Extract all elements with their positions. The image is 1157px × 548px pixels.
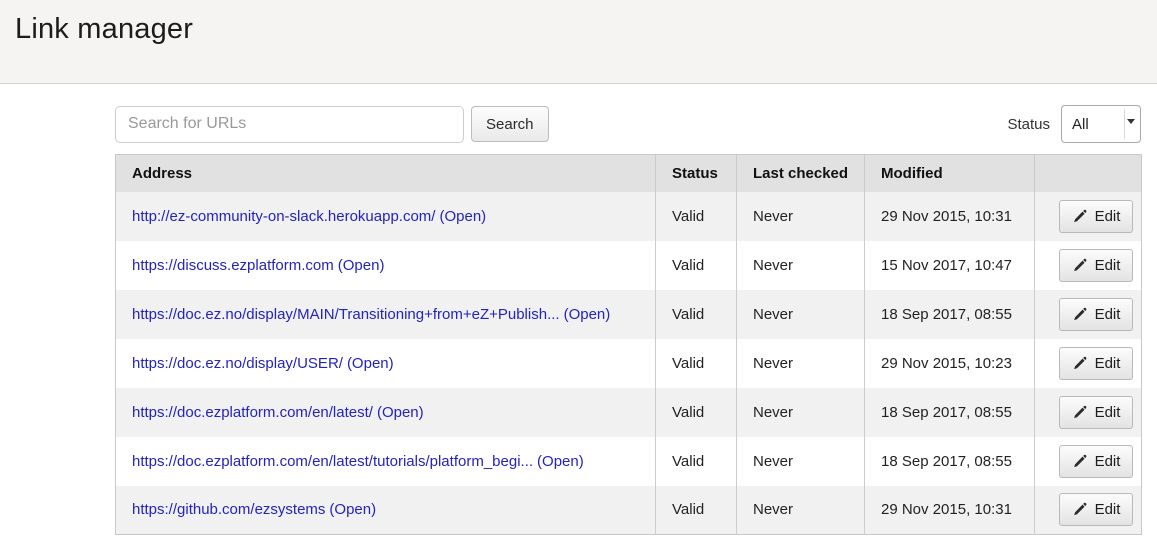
pencil-icon xyxy=(1072,405,1087,420)
open-link[interactable]: (Open) xyxy=(347,355,394,372)
edit-button[interactable]: Edit xyxy=(1059,347,1134,380)
table-row: https://discuss.ezplatform.com(Open) Val… xyxy=(116,241,1142,290)
table-row: http://ez-community-on-slack.herokuapp.c… xyxy=(116,192,1142,241)
address-cell: https://doc.ezplatform.com/en/latest/tut… xyxy=(116,437,656,486)
edit-button-label: Edit xyxy=(1095,355,1121,372)
edit-button[interactable]: Edit xyxy=(1059,298,1134,331)
status-filter-label: Status xyxy=(1007,116,1050,133)
page-title: Link manager xyxy=(15,13,1157,46)
edit-cell: Edit xyxy=(1035,486,1142,535)
search-input[interactable] xyxy=(115,106,464,143)
edit-cell: Edit xyxy=(1035,388,1142,437)
edit-button[interactable]: Edit xyxy=(1059,200,1134,233)
status-select-wrap: All xyxy=(1061,105,1141,143)
edit-cell: Edit xyxy=(1035,241,1142,290)
edit-button[interactable]: Edit xyxy=(1059,249,1134,282)
url-link[interactable]: https://doc.ez.no/display/USER/ xyxy=(132,355,343,372)
open-link[interactable]: (Open) xyxy=(537,453,584,470)
pencil-icon xyxy=(1072,502,1087,517)
pencil-icon xyxy=(1072,454,1087,469)
edit-cell: Edit xyxy=(1035,339,1142,388)
last-checked-cell: Never xyxy=(737,437,865,486)
table-body: http://ez-community-on-slack.herokuapp.c… xyxy=(116,192,1142,535)
status-cell: Valid xyxy=(656,486,737,535)
url-link[interactable]: http://ez-community-on-slack.herokuapp.c… xyxy=(132,208,435,225)
header-actions xyxy=(1035,155,1142,192)
open-link[interactable]: (Open) xyxy=(377,404,424,421)
open-link[interactable]: (Open) xyxy=(439,208,486,225)
edit-button-label: Edit xyxy=(1095,453,1121,470)
address-cell: https://doc.ez.no/display/USER/(Open) xyxy=(116,339,656,388)
address-cell: https://discuss.ezplatform.com(Open) xyxy=(116,241,656,290)
edit-button-label: Edit xyxy=(1095,404,1121,421)
pencil-icon xyxy=(1072,356,1087,371)
content-area: Search Status All Address Status Last ch… xyxy=(115,105,1141,535)
open-link[interactable]: (Open) xyxy=(329,501,376,518)
modified-cell: 18 Sep 2017, 08:55 xyxy=(865,290,1035,339)
last-checked-cell: Never xyxy=(737,339,865,388)
url-link[interactable]: https://github.com/ezsystems xyxy=(132,501,325,518)
edit-button-label: Edit xyxy=(1095,257,1121,274)
header-status: Status xyxy=(656,155,737,192)
page-header: Link manager xyxy=(0,0,1157,84)
url-link[interactable]: https://discuss.ezplatform.com xyxy=(132,257,334,274)
table-row: https://doc.ezplatform.com/en/latest/(Op… xyxy=(116,388,1142,437)
open-link[interactable]: (Open) xyxy=(564,306,611,323)
status-cell: Valid xyxy=(656,290,737,339)
table-row: https://doc.ez.no/display/USER/(Open) Va… xyxy=(116,339,1142,388)
pencil-icon xyxy=(1072,307,1087,322)
last-checked-cell: Never xyxy=(737,241,865,290)
url-link[interactable]: https://doc.ezplatform.com/en/latest/ xyxy=(132,404,373,421)
url-link[interactable]: https://doc.ezplatform.com/en/latest/tut… xyxy=(132,453,533,470)
toolbar: Search Status All xyxy=(115,105,1141,143)
table-header: Address Status Last checked Modified xyxy=(116,155,1142,192)
pencil-icon xyxy=(1072,209,1087,224)
address-cell: https://github.com/ezsystems(Open) xyxy=(116,486,656,535)
edit-button-label: Edit xyxy=(1095,208,1121,225)
status-select[interactable]: All xyxy=(1061,105,1141,143)
status-cell: Valid xyxy=(656,192,737,241)
header-last-checked: Last checked xyxy=(737,155,865,192)
status-cell: Valid xyxy=(656,388,737,437)
last-checked-cell: Never xyxy=(737,486,865,535)
edit-cell: Edit xyxy=(1035,192,1142,241)
pencil-icon xyxy=(1072,258,1087,273)
modified-cell: 18 Sep 2017, 08:55 xyxy=(865,437,1035,486)
url-link[interactable]: https://doc.ez.no/display/MAIN/Transitio… xyxy=(132,306,560,323)
address-cell: https://doc.ezplatform.com/en/latest/(Op… xyxy=(116,388,656,437)
table-row: https://doc.ez.no/display/MAIN/Transitio… xyxy=(116,290,1142,339)
modified-cell: 29 Nov 2015, 10:31 xyxy=(865,486,1035,535)
last-checked-cell: Never xyxy=(737,192,865,241)
edit-cell: Edit xyxy=(1035,290,1142,339)
modified-cell: 29 Nov 2015, 10:23 xyxy=(865,339,1035,388)
status-cell: Valid xyxy=(656,339,737,388)
address-cell: https://doc.ez.no/display/MAIN/Transitio… xyxy=(116,290,656,339)
header-address: Address xyxy=(116,155,656,192)
edit-cell: Edit xyxy=(1035,437,1142,486)
status-cell: Valid xyxy=(656,241,737,290)
edit-button[interactable]: Edit xyxy=(1059,493,1134,526)
edit-button-label: Edit xyxy=(1095,501,1121,518)
modified-cell: 18 Sep 2017, 08:55 xyxy=(865,388,1035,437)
search-button[interactable]: Search xyxy=(471,106,549,142)
table-row: https://github.com/ezsystems(Open) Valid… xyxy=(116,486,1142,535)
header-modified: Modified xyxy=(865,155,1035,192)
modified-cell: 29 Nov 2015, 10:31 xyxy=(865,192,1035,241)
edit-button[interactable]: Edit xyxy=(1059,445,1134,478)
links-table: Address Status Last checked Modified htt… xyxy=(115,154,1142,535)
status-cell: Valid xyxy=(656,437,737,486)
open-link[interactable]: (Open) xyxy=(338,257,385,274)
table-row: https://doc.ezplatform.com/en/latest/tut… xyxy=(116,437,1142,486)
last-checked-cell: Never xyxy=(737,290,865,339)
edit-button-label: Edit xyxy=(1095,306,1121,323)
modified-cell: 15 Nov 2017, 10:47 xyxy=(865,241,1035,290)
edit-button[interactable]: Edit xyxy=(1059,396,1134,429)
last-checked-cell: Never xyxy=(737,388,865,437)
address-cell: http://ez-community-on-slack.herokuapp.c… xyxy=(116,192,656,241)
